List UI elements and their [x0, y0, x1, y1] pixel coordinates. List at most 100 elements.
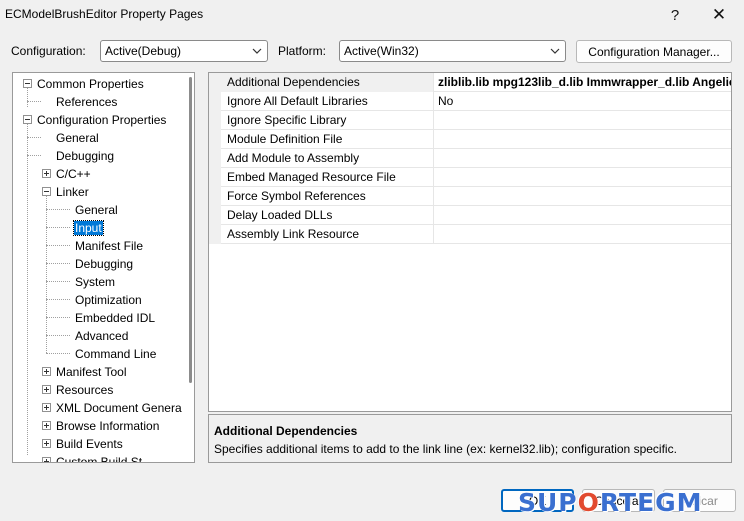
expand-icon[interactable]: [42, 439, 51, 448]
grid-row-embed-managed-resource-file[interactable]: Embed Managed Resource File: [209, 168, 731, 187]
grid-row-additional-dependencies[interactable]: Additional Dependencies zliblib.lib mpg1…: [209, 73, 731, 92]
property-name: Force Symbol References: [221, 187, 434, 206]
row-gutter: [209, 111, 221, 130]
row-gutter: [209, 168, 221, 187]
property-value[interactable]: [435, 206, 731, 225]
property-tree[interactable]: Common Properties References Configurati…: [12, 72, 195, 463]
tree-connector: [27, 155, 41, 156]
help-button[interactable]: ?: [654, 0, 696, 30]
property-name: Ignore All Default Libraries: [221, 92, 434, 111]
tree-item-debugging[interactable]: Debugging: [56, 147, 114, 165]
row-gutter: [209, 149, 221, 168]
expand-icon[interactable]: [42, 385, 51, 394]
expand-icon[interactable]: [42, 403, 51, 412]
tree-item-manifest-tool[interactable]: Manifest Tool: [56, 363, 126, 381]
property-name: Ignore Specific Library: [221, 111, 434, 130]
tree-item-linker[interactable]: Linker: [56, 183, 89, 201]
cancel-button[interactable]: Cancelar: [582, 489, 655, 512]
tree-connector: [46, 209, 70, 210]
tree-item-linker-input[interactable]: Input: [73, 219, 104, 237]
tree-item-general[interactable]: General: [56, 129, 99, 147]
close-icon: ✕: [711, 5, 727, 24]
tree-item-manifest-file[interactable]: Manifest File: [75, 237, 143, 255]
tree-item-common-properties[interactable]: Common Properties: [37, 75, 144, 93]
collapse-icon[interactable]: [23, 79, 32, 88]
tree-item-custom-build-step[interactable]: Custom Build St: [56, 453, 142, 462]
expand-icon[interactable]: [42, 169, 51, 178]
description-text: Specifies additional items to add to the…: [214, 442, 677, 456]
tree-connector: [27, 87, 28, 107]
tree-item-optimization[interactable]: Optimization: [75, 291, 142, 309]
property-name: Module Definition File: [221, 130, 434, 149]
tree-connector: [46, 281, 70, 282]
property-value[interactable]: [435, 168, 731, 187]
close-button[interactable]: ✕: [698, 0, 740, 30]
tree-item-xml-document-generator[interactable]: XML Document Genera: [56, 399, 182, 417]
property-value[interactable]: [435, 225, 731, 244]
tree-item-resources[interactable]: Resources: [56, 381, 113, 399]
ok-label: OK: [528, 493, 547, 508]
row-gutter: [209, 187, 221, 206]
window-title: ECModelBrushEditor Property Pages: [5, 7, 204, 21]
tree-item-references[interactable]: References: [56, 93, 117, 111]
tree-item-embedded-idl[interactable]: Embedded IDL: [75, 309, 155, 327]
tree-item-command-line[interactable]: Command Line: [75, 345, 156, 363]
configuration-label: Configuration:: [11, 44, 86, 58]
tree-item-build-events[interactable]: Build Events: [56, 435, 123, 453]
expand-icon[interactable]: [42, 457, 51, 462]
chevron-down-icon: [550, 48, 560, 54]
cancel-label: Cancelar: [594, 493, 643, 508]
tree-connector: [46, 263, 70, 264]
expand-icon[interactable]: [42, 421, 51, 430]
tree-connector: [27, 101, 41, 102]
tree-item-configuration-properties[interactable]: Configuration Properties: [37, 111, 166, 129]
tree-connector: [46, 195, 47, 353]
grid-row-assembly-link-resource[interactable]: Assembly Link Resource: [209, 225, 731, 244]
tree-connector: [27, 123, 28, 455]
platform-label: Platform:: [278, 44, 327, 58]
apply-label: Aplicar: [681, 493, 718, 508]
tree-connector: [46, 227, 70, 228]
description-title: Additional Dependencies: [214, 424, 358, 438]
tree-item-c-cpp[interactable]: C/C++: [56, 165, 91, 183]
tree-connector: [46, 317, 70, 318]
row-gutter: [209, 92, 221, 111]
property-name: Embed Managed Resource File: [221, 168, 434, 187]
description-panel: Additional Dependencies Specifies additi…: [208, 414, 732, 463]
tree-scrollbar[interactable]: [189, 77, 192, 383]
configuration-dropdown[interactable]: Active(Debug): [100, 40, 268, 62]
tree-item-advanced[interactable]: Advanced: [75, 327, 128, 345]
tree-item-linker-general[interactable]: General: [75, 201, 118, 219]
property-value[interactable]: No: [435, 92, 731, 111]
tree-item-browse-information[interactable]: Browse Information: [56, 417, 159, 435]
property-name: Additional Dependencies: [221, 73, 434, 92]
apply-button[interactable]: Aplicar: [663, 489, 736, 512]
expand-icon[interactable]: [42, 367, 51, 376]
property-name: Add Module to Assembly: [221, 149, 434, 168]
tree-item-linker-debugging[interactable]: Debugging: [75, 255, 133, 273]
collapse-icon[interactable]: [23, 115, 32, 124]
property-value[interactable]: [435, 149, 731, 168]
configuration-value: Active(Debug): [105, 44, 182, 58]
property-value[interactable]: zliblib.lib mpg123lib_d.lib Immwrapper_d…: [435, 73, 731, 92]
grid-row-ignore-all-default-libraries[interactable]: Ignore All Default Libraries No: [209, 92, 731, 111]
grid-row-module-definition-file[interactable]: Module Definition File: [209, 130, 731, 149]
configuration-manager-button[interactable]: Configuration Manager...: [576, 40, 732, 63]
property-grid: Additional Dependencies zliblib.lib mpg1…: [208, 72, 732, 412]
tree-connector: [46, 245, 70, 246]
grid-row-ignore-specific-library[interactable]: Ignore Specific Library: [209, 111, 731, 130]
property-value[interactable]: [435, 130, 731, 149]
row-gutter: [209, 225, 221, 244]
collapse-icon[interactable]: [42, 187, 51, 196]
grid-row-add-module-to-assembly[interactable]: Add Module to Assembly: [209, 149, 731, 168]
grid-row-delay-loaded-dlls[interactable]: Delay Loaded DLLs: [209, 206, 731, 225]
property-value[interactable]: [435, 187, 731, 206]
property-value[interactable]: [435, 111, 731, 130]
row-gutter: [209, 206, 221, 225]
ok-button[interactable]: OK: [501, 489, 574, 512]
platform-dropdown[interactable]: Active(Win32): [339, 40, 566, 62]
tree-item-system[interactable]: System: [75, 273, 115, 291]
platform-value: Active(Win32): [344, 44, 419, 58]
tree-connector: [46, 353, 70, 354]
grid-row-force-symbol-references[interactable]: Force Symbol References: [209, 187, 731, 206]
